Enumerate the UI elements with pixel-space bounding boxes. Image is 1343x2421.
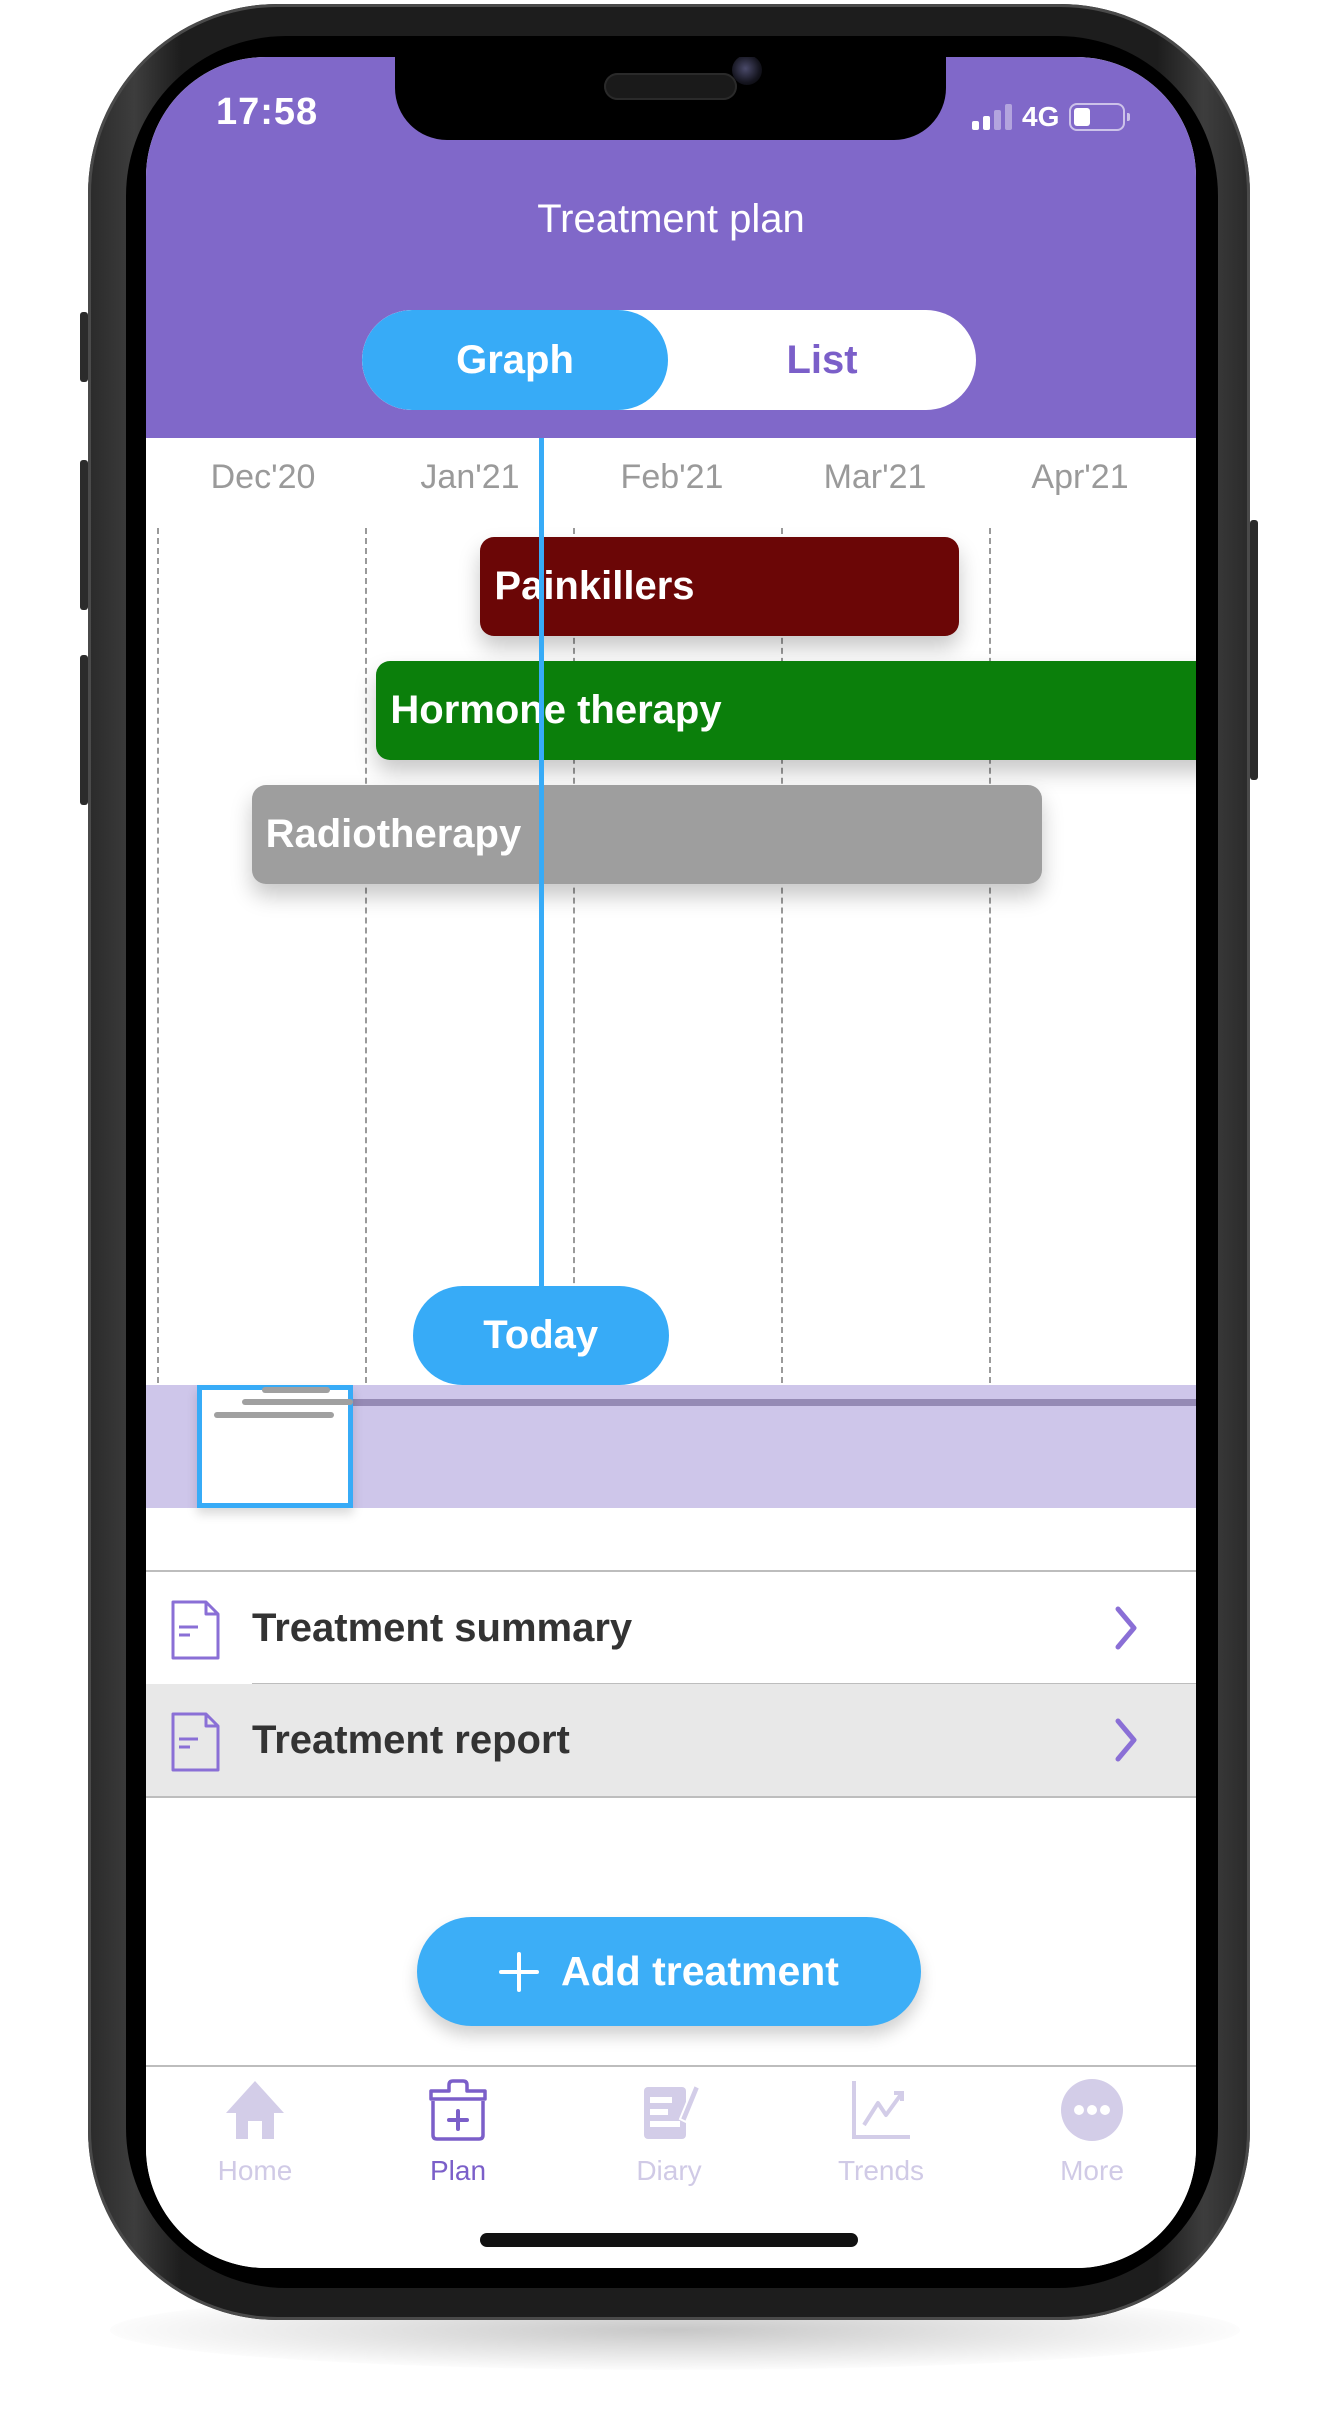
tab-list[interactable]: List xyxy=(668,310,976,410)
minimap-viewport-handle[interactable] xyxy=(197,1385,353,1508)
document-icon xyxy=(171,1600,220,1660)
front-camera xyxy=(732,57,762,85)
signal-icon xyxy=(972,104,1012,130)
tab-graph[interactable]: Graph xyxy=(362,310,668,410)
volume-down-button xyxy=(80,655,88,805)
chevron-right-icon xyxy=(1115,1606,1137,1650)
today-button[interactable]: Today xyxy=(412,1286,669,1385)
tab-trends[interactable]: Trends xyxy=(776,2067,986,2207)
battery-icon xyxy=(1069,103,1131,131)
medical-kit-icon xyxy=(429,2079,487,2141)
treatment-report-link[interactable]: Treatment report xyxy=(146,1684,1196,1798)
view-toggle: Graph List xyxy=(362,310,976,410)
month-label: Dec'20 xyxy=(210,458,316,496)
timeline-minimap[interactable] xyxy=(146,1385,1196,1508)
app-screen: 17:58 4G Treatment plan Graph List Dec'2… xyxy=(146,57,1196,2268)
plus-icon xyxy=(499,1951,540,1992)
tab-home[interactable]: Home xyxy=(150,2067,360,2207)
month-gridline xyxy=(365,528,367,1383)
month-label: Mar'21 xyxy=(823,458,927,496)
tab-label: Trends xyxy=(837,2155,925,2186)
gantt-bar-painkillers[interactable]: Painkillers xyxy=(480,537,959,636)
link-label: Treatment summary xyxy=(252,1606,633,1650)
notch xyxy=(395,57,946,140)
tab-label: Home xyxy=(217,2155,293,2186)
month-gridline xyxy=(781,528,783,1383)
month-gridline xyxy=(989,528,991,1383)
add-treatment-button[interactable]: Add treatment xyxy=(417,1917,921,2026)
volume-up-button xyxy=(80,460,88,610)
tab-label: Plan xyxy=(429,2155,487,2186)
tab-diary[interactable]: Diary xyxy=(564,2067,774,2207)
status-time: 17:58 xyxy=(216,91,319,133)
month-label: Feb'21 xyxy=(620,458,724,496)
minimap-bar xyxy=(242,1399,353,1405)
tab-more[interactable]: More xyxy=(987,2067,1196,2207)
trends-icon xyxy=(852,2081,910,2139)
tab-plan[interactable]: Plan xyxy=(353,2067,563,2207)
network-type: 4G xyxy=(1022,101,1060,132)
tab-label: More xyxy=(1060,2155,1124,2186)
month-gridline xyxy=(157,528,159,1383)
more-icon xyxy=(1061,2079,1123,2141)
diary-icon xyxy=(644,2083,702,2139)
minimap-track xyxy=(342,1399,1196,1406)
page-title: Treatment plan xyxy=(537,197,805,241)
speaker-grille xyxy=(604,73,737,100)
month-label: Apr'21 xyxy=(1031,458,1129,496)
chevron-right-icon xyxy=(1115,1718,1137,1762)
link-label: Treatment report xyxy=(252,1718,570,1762)
minimap-bar xyxy=(262,1387,330,1393)
mute-switch xyxy=(80,312,88,382)
treatment-timeline-chart[interactable]: Dec'20 Jan'21 Feb'21 Mar'21 Apr'21 Paink… xyxy=(146,438,1196,1443)
home-icon xyxy=(226,2081,284,2139)
document-icon xyxy=(171,1712,220,1772)
today-line xyxy=(538,438,544,1288)
add-treatment-label: Add treatment xyxy=(561,1948,839,1994)
tab-label: Diary xyxy=(636,2155,702,2186)
treatment-summary-link[interactable]: Treatment summary xyxy=(146,1572,1196,1684)
month-gridline xyxy=(573,528,575,1383)
home-indicator xyxy=(480,2233,858,2247)
power-button xyxy=(1250,520,1258,780)
status-indicators: 4G xyxy=(972,99,1131,135)
gantt-bar-radiotherapy[interactable]: Radiotherapy xyxy=(251,785,1042,884)
gantt-bar-hormone-therapy[interactable]: Hormone therapy xyxy=(376,661,1196,760)
minimap-bar xyxy=(214,1412,334,1418)
